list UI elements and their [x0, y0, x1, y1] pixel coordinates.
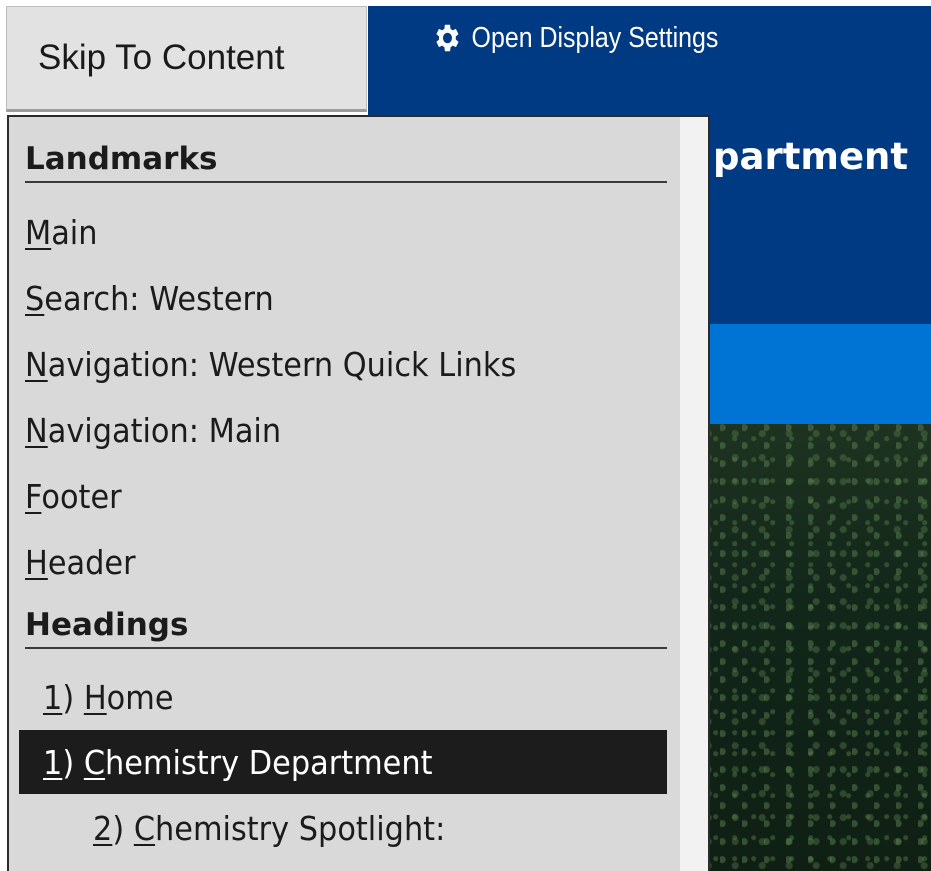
skip-to-menu: Landmarks Main Search: Western Navigatio…	[7, 115, 710, 871]
gear-icon	[436, 24, 459, 52]
display-settings-label: Open Display Settings	[471, 21, 719, 54]
skip-to-content-label: Skip To Content	[38, 38, 285, 77]
headings-group-title: Headings	[25, 603, 667, 649]
skip-to-content-button[interactable]: Skip To Content	[6, 6, 367, 112]
menu-item-landmark-quick-links[interactable]: Navigation: Western Quick Links	[19, 332, 667, 396]
menu-item-landmark-nav-main[interactable]: Navigation: Main	[19, 398, 667, 462]
menu-scrollbar[interactable]	[680, 117, 708, 871]
menu-item-heading-home[interactable]: 1) Home	[19, 665, 667, 729]
menu-item-landmark-footer[interactable]: Footer	[19, 464, 667, 528]
menu-item-landmark-main[interactable]: Main	[19, 200, 667, 264]
menu-item-heading-chemistry-spotlight[interactable]: 2) Chemistry Spotlight:	[19, 796, 667, 860]
site-title: partment	[713, 135, 909, 178]
menu-item-landmark-search[interactable]: Search: Western	[19, 266, 667, 330]
menu-item-landmark-header[interactable]: Header	[19, 530, 667, 594]
menu-item-heading-chemistry-department[interactable]: 1) Chemistry Department	[19, 730, 667, 794]
landmarks-group-title: Landmarks	[25, 137, 667, 183]
open-display-settings-button[interactable]: Open Display Settings	[432, 18, 718, 58]
